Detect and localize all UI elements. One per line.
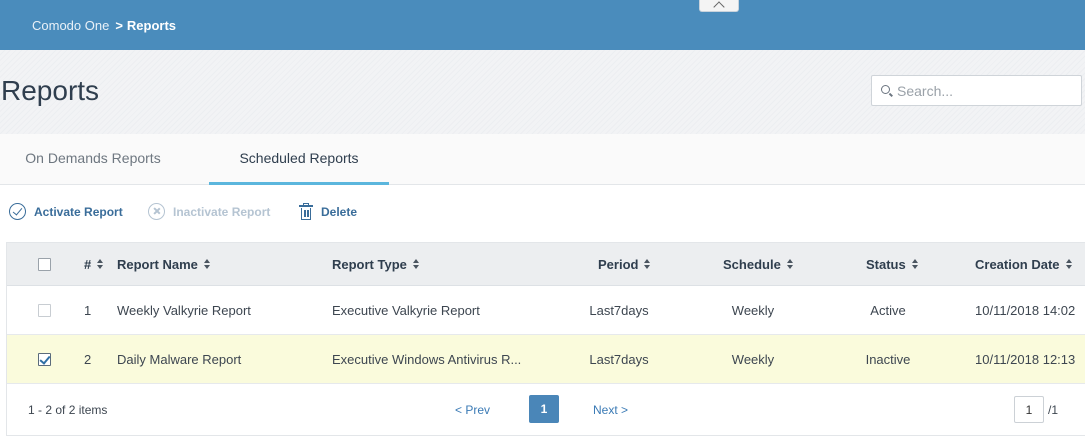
report-tabs: On Demands Reports Scheduled Reports xyxy=(0,134,1085,185)
select-all-cell xyxy=(38,243,51,285)
sort-icon xyxy=(412,259,420,269)
report-period: Last7days xyxy=(589,351,649,367)
activate-report-label: Activate Report xyxy=(34,204,123,219)
select-all-checkbox[interactable] xyxy=(38,257,51,271)
breadcrumb: Comodo One > Reports xyxy=(32,18,176,33)
sort-icon xyxy=(1065,259,1073,269)
chevron-up-icon xyxy=(713,1,725,13)
breadcrumb-root[interactable]: Comodo One xyxy=(32,18,109,33)
activate-report-button[interactable]: Activate Report xyxy=(9,203,123,220)
inactivate-report-button[interactable]: Inactivate Report xyxy=(148,203,270,220)
table-row[interactable]: 2 Daily Malware Report Executive Windows… xyxy=(7,335,1085,384)
inactivate-report-label: Inactivate Report xyxy=(173,204,271,219)
page-title: Reports xyxy=(1,75,100,106)
table-row[interactable]: 1 Weekly Valkyrie Report Executive Valky… xyxy=(7,286,1085,335)
pagination-info: 1 - 2 of 2 items xyxy=(28,403,108,417)
collapse-header-button[interactable] xyxy=(699,0,739,13)
delete-label: Delete xyxy=(321,204,358,219)
tab-scheduled-reports[interactable]: Scheduled Reports xyxy=(209,134,389,185)
sort-icon xyxy=(97,259,104,269)
pagination: 1 - 2 of 2 items < Prev 1 Next > /1 xyxy=(7,384,1085,435)
toolbar: Activate Report Inactivate Report Delete xyxy=(0,200,1085,226)
top-bar: Comodo One > Reports xyxy=(0,0,1085,50)
trash-icon xyxy=(299,203,313,220)
tab-on-demand-reports[interactable]: On Demands Reports xyxy=(0,134,186,185)
search-icon xyxy=(881,85,890,94)
row-number: 2 xyxy=(84,351,92,367)
column-header-status[interactable]: Status xyxy=(866,243,919,285)
report-status: Active xyxy=(870,302,906,318)
next-page-link[interactable]: Next > xyxy=(593,403,628,417)
report-name[interactable]: Daily Malware Report xyxy=(117,335,241,383)
sort-icon xyxy=(644,259,651,269)
report-type: Executive Windows Antivirus R... xyxy=(332,351,522,367)
column-header-report-name[interactable]: Report Name xyxy=(117,243,211,285)
page-number-input[interactable] xyxy=(1014,396,1044,423)
row-number: 1 xyxy=(84,302,92,318)
total-pages: /1 xyxy=(1048,403,1059,417)
report-schedule: Weekly xyxy=(731,351,775,367)
report-type: Executive Valkyrie Report xyxy=(332,302,480,318)
page-1-button[interactable]: 1 xyxy=(529,395,559,423)
report-creation-date: 10/11/2018 12:13 xyxy=(975,351,1076,367)
report-schedule: Weekly xyxy=(731,302,775,318)
breadcrumb-separator: > xyxy=(115,18,123,33)
row-checkbox[interactable] xyxy=(38,352,51,366)
breadcrumb-current: Reports xyxy=(126,18,177,33)
column-header-number[interactable]: # xyxy=(84,243,104,285)
sort-icon xyxy=(203,259,211,269)
prev-page-link[interactable]: < Prev xyxy=(455,403,490,417)
x-circle-icon xyxy=(148,203,165,220)
column-header-period[interactable]: Period xyxy=(598,243,651,285)
row-checkbox[interactable] xyxy=(38,303,51,317)
report-creation-date: 10/11/2018 14:02 xyxy=(975,302,1076,318)
delete-button[interactable]: Delete xyxy=(299,203,357,220)
search-box[interactable] xyxy=(871,75,1082,106)
reports-table: # Report Name Report Type Period Schedul… xyxy=(6,242,1085,436)
report-name[interactable]: Weekly Valkyrie Report xyxy=(117,286,251,334)
column-header-schedule[interactable]: Schedule xyxy=(723,243,794,285)
sort-icon xyxy=(911,259,919,269)
sort-icon xyxy=(786,259,794,269)
column-header-creation-date[interactable]: Creation Date xyxy=(975,243,1073,285)
check-circle-icon xyxy=(9,203,26,220)
table-header: # Report Name Report Type Period Schedul… xyxy=(7,243,1085,286)
report-status: Inactive xyxy=(865,351,911,367)
search-input[interactable] xyxy=(897,82,1077,100)
report-period: Last7days xyxy=(589,302,649,318)
column-header-report-type[interactable]: Report Type xyxy=(332,243,420,285)
